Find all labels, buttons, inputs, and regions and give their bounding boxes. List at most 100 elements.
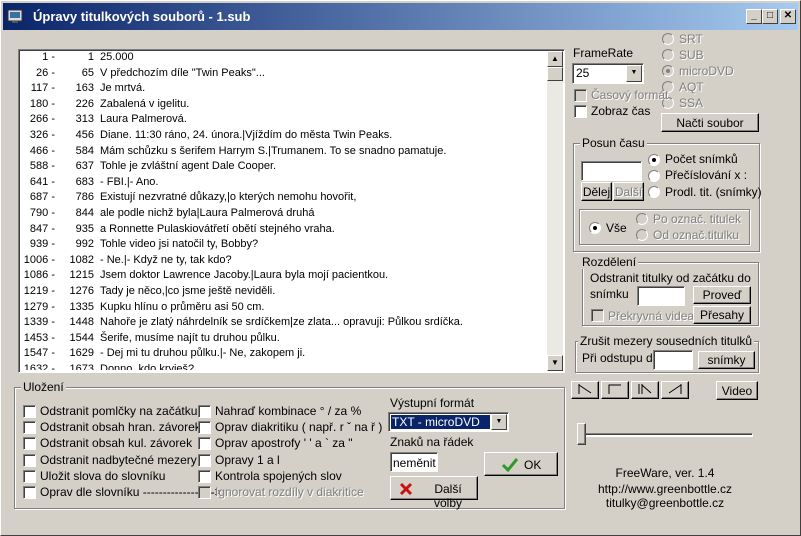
zobraz-cas-label: Zobraz čas: [591, 104, 651, 118]
right-option-checkbox[interactable]: [198, 437, 211, 451]
subtitle-end-frame: 1448: [69, 316, 94, 329]
right-option-checkbox[interactable]: [198, 421, 211, 435]
right-option-checkbox[interactable]: [198, 405, 211, 418]
subtitle-row[interactable]: 1632 - 1673 Donno, kdo kryješ?: [21, 362, 548, 370]
subtitle-row[interactable]: 641 - 683 - FBI.|- Ano.: [21, 175, 548, 191]
subtitle-start-frame: 1 -: [42, 51, 55, 63]
mark-mid-button[interactable]: [631, 381, 659, 399]
mark-start-icon: [578, 383, 592, 394]
left-option-checkbox[interactable]: [23, 486, 36, 499]
prekryvna-videa-checkbox[interactable]: [591, 309, 604, 322]
subtitle-row[interactable]: 790 - 844 ale podle nichž byla|Laura Palme…: [21, 206, 548, 222]
subtitle-row[interactable]: 466 - 584 Mám schůzku s šerifem Harrym S.|…: [21, 144, 548, 160]
nacti-soubor-button[interactable]: Načti soubor: [661, 113, 759, 132]
subtitle-row[interactable]: 180 - 226 Zabalená v igelitu.: [21, 97, 548, 113]
subtitle-row[interactable]: 117 - 163 Je mrtvá.: [21, 81, 548, 97]
subtitle-row[interactable]: 1547 - 1629 - Dej mi tu druhou půlku.|- Ne…: [21, 346, 548, 362]
format-radio-label: SRT: [679, 32, 703, 46]
rozdeleni-input[interactable]: [637, 286, 685, 306]
right-option-label: Ignorovat rozdíly v diakritice: [215, 485, 364, 499]
casovy-format-checkbox[interactable]: [574, 89, 587, 102]
subtitle-row[interactable]: 1279 - 1335 Kupku hlínu o průměru asi 50 c…: [21, 300, 548, 316]
subtitle-row[interactable]: 26 - 65 V předchozím díle "Twin Peaks"...: [21, 66, 548, 82]
window-title: Úpravy titulkových souborů - 1.sub: [33, 9, 251, 24]
mark-start-button[interactable]: [571, 381, 599, 399]
scroll-thumb[interactable]: [547, 67, 563, 81]
dalsi-button[interactable]: Další: [613, 182, 644, 201]
proved-button[interactable]: Proveď: [693, 286, 751, 304]
znaku-input[interactable]: neměnit: [390, 452, 438, 472]
subtitle-start-frame: 1547 -: [23, 347, 55, 360]
subtitle-text: V předchozím díle "Twin Peaks"...: [100, 66, 265, 79]
title-bar[interactable]: Úpravy titulkových souborů - 1.sub _ □ ✕: [3, 3, 798, 30]
video-slider-track[interactable]: [577, 433, 753, 437]
ok-button[interactable]: OK: [484, 452, 558, 476]
vse-radio[interactable]: [589, 222, 601, 234]
right-option-checkbox[interactable]: [198, 453, 211, 467]
subtitle-scrollbar[interactable]: ▲ ▼: [547, 51, 563, 371]
right-option-checkbox[interactable]: [198, 469, 211, 483]
subtitle-text: Kupku hlínu o průměru asi 50 cm.: [100, 300, 265, 313]
subtitle-row[interactable]: 1219 - 1276 Tady je něco,|co jsme ještě ne…: [21, 284, 548, 300]
left-option-checkbox[interactable]: [23, 469, 36, 483]
subtitle-end-frame: 992: [75, 238, 94, 251]
subtitle-row[interactable]: 1006 - 1082 - Ne.|- Když ne ty, tak kdo?: [21, 253, 548, 269]
subtitle-row[interactable]: 266 - 313 Laura Palmerová.: [21, 112, 548, 128]
zobraz-cas-checkbox[interactable]: [574, 105, 587, 118]
left-option-checkbox[interactable]: [23, 405, 36, 418]
subtitle-row[interactable]: 687 - 786 Existují nezvratné důkazy,|o kte…: [21, 190, 548, 206]
mark-end-button[interactable]: [661, 381, 689, 399]
left-option-checkbox[interactable]: [23, 421, 36, 435]
pocet-snimku-radio[interactable]: [648, 154, 660, 166]
maximize-button[interactable]: □: [762, 9, 778, 24]
chevron-down-icon[interactable]: ▼: [626, 65, 642, 82]
dalsi-volby-button[interactable]: Další volby: [390, 476, 478, 510]
subtitle-row[interactable]: 1086 - 1215 Jsem doktor Lawrence Jacoby.|L…: [21, 268, 548, 284]
subtitle-text: Je mrtvá.: [100, 82, 146, 95]
snimky-button[interactable]: snímky: [698, 351, 755, 369]
scroll-up-button[interactable]: ▲: [547, 51, 563, 67]
subtitle-end-frame: 313: [75, 113, 94, 126]
subtitle-list[interactable]: 1 - 1 25.000 26 - 65 V předchozím díle "Twin …: [18, 49, 565, 373]
left-option-checkbox[interactable]: [23, 437, 36, 451]
vystupni-format-select[interactable]: TXT - microDVD ▼: [388, 412, 509, 432]
right-option-checkbox[interactable]: [198, 486, 211, 499]
subtitle-start-frame: 180 -: [29, 97, 55, 110]
app-icon: [7, 9, 23, 23]
subtitle-row[interactable]: 588 - 637 Tohle je zvláštní agent Dale Coo…: [21, 159, 548, 175]
format-radio-srt[interactable]: [662, 33, 674, 45]
close-button[interactable]: ✕: [780, 9, 796, 24]
presahy-button[interactable]: Přesahy: [693, 306, 751, 324]
subtitle-start-frame: 687 -: [29, 191, 55, 204]
subtitle-row[interactable]: 847 - 935 a Ronnette Pulaskiovátřetí obětí…: [21, 222, 548, 238]
subtitle-row[interactable]: 326 - 456 Diane. 11:30 ráno, 24. února.|Vj…: [21, 128, 548, 144]
subtitle-start-frame: 790 -: [29, 206, 55, 219]
subtitle-row[interactable]: 1453 - 1544 Šerife, musíme najít tu druhou…: [21, 331, 548, 347]
posun-input[interactable]: [581, 161, 642, 181]
od-oznac-radio[interactable]: [636, 229, 648, 241]
video-slider-thumb[interactable]: [577, 423, 586, 445]
minimize-button[interactable]: _: [746, 9, 762, 24]
format-radio-sub[interactable]: [662, 49, 674, 61]
subtitle-end-frame: 935: [75, 222, 94, 235]
subtitle-row[interactable]: 939 - 992 Tohle video jsi natočil ty, Bobb…: [21, 237, 548, 253]
zrusit-input[interactable]: [653, 350, 693, 370]
mark-button[interactable]: [601, 381, 629, 399]
ulozeni-title: Uložení: [21, 380, 66, 394]
right-option-label: Nahraď kombinace ° / za %: [215, 404, 362, 418]
po-oznac-radio[interactable]: [636, 213, 648, 225]
subtitle-end-frame: 637: [75, 160, 94, 173]
subtitle-row[interactable]: 1339 - 1448 Nahoře je zlatý náhrdelník se …: [21, 315, 548, 331]
subtitle-end-frame: 844: [75, 206, 94, 219]
subtitle-row[interactable]: 1 - 1 25.000: [21, 50, 548, 66]
chevron-down-icon[interactable]: ▼: [491, 414, 507, 430]
preciselovani-radio[interactable]: [648, 170, 660, 182]
video-button[interactable]: Video: [716, 381, 758, 400]
left-option-checkbox[interactable]: [23, 453, 36, 467]
framerate-select[interactable]: 25 ▼: [572, 63, 644, 84]
subtitle-end-frame: 1: [87, 51, 94, 63]
delej-button[interactable]: Dělej: [581, 182, 612, 201]
scroll-down-button[interactable]: ▼: [547, 355, 563, 371]
prodl-tit-radio[interactable]: [648, 186, 660, 198]
format-radio-microdvd[interactable]: [662, 65, 674, 77]
